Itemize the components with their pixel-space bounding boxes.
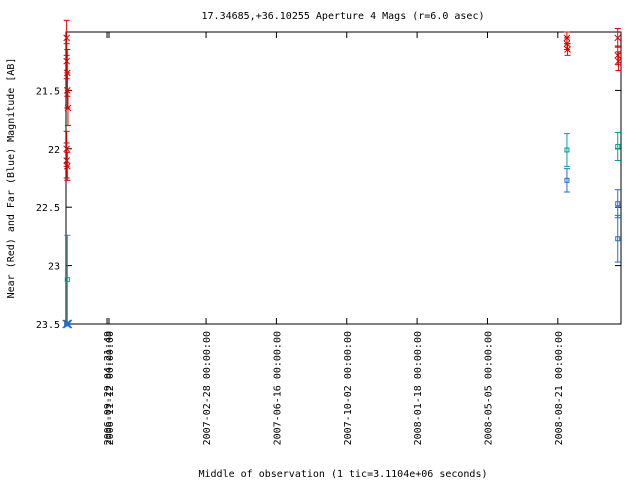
data-point <box>63 142 71 179</box>
y-tick-label: 22.5 <box>36 203 60 214</box>
data-point <box>615 51 622 72</box>
data-point <box>614 27 622 48</box>
x-tick-label: 2008-01-18 00:00:00 <box>413 331 424 445</box>
y-axis-label: Near (Red) and Far (Blue) Magnitude [AB] <box>6 58 17 299</box>
x-tick-label: 2008-05-05 00:00:00 <box>483 331 494 445</box>
data-point <box>563 133 570 167</box>
data-point <box>614 189 621 219</box>
magnitude-chart: 17.34685,+36.10255 Aperture 4 Mags (r=6.… <box>6 11 622 480</box>
plot-frame <box>65 31 622 325</box>
y-tick-label: 21.5 <box>36 86 60 97</box>
y-axis: 21.5 22 22.5 23 23.5 <box>36 86 621 331</box>
data-point <box>563 168 570 193</box>
chart-title: 17.34685,+36.10255 Aperture 4 Mags (r=6.… <box>202 11 485 22</box>
y-tick-label: 23 <box>48 262 60 273</box>
x-tick-label: 2008-08-21 00:00:00 <box>554 331 565 445</box>
data-point <box>614 214 621 263</box>
x-axis-label: Middle of observation (1 tic=3.1104e+06 … <box>199 469 488 480</box>
x-tick-label: 2007-10-02 00:00:00 <box>343 331 354 445</box>
data-points <box>62 19 622 329</box>
x-tick-label: 2006-11-12 00:00:00 <box>105 331 116 445</box>
y-tick-label: 23.5 <box>36 320 60 331</box>
x-tick-label: 2007-06-16 00:00:00 <box>272 331 283 445</box>
y-tick-label: 22 <box>48 145 60 156</box>
data-point <box>64 234 71 325</box>
data-point <box>614 131 621 161</box>
x-tick-label: 2007-02-28 00:00:00 <box>202 331 213 445</box>
x-axis: 2006-09-29 04:21:492006-11-12 00:00:00 20… <box>103 32 565 445</box>
